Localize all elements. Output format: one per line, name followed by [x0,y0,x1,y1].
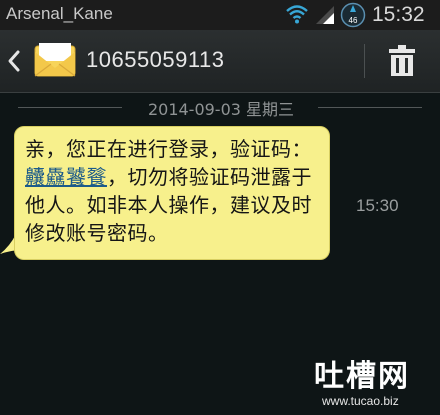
message-time: 15:30 [356,196,399,215]
verification-code-link[interactable]: 齉驫饕餮 [25,165,107,189]
site-watermark: 吐槽网 www.tucao.biz [314,361,436,411]
wifi-icon [286,4,308,28]
date-label: 2014-09-03 星期三 [147,100,295,119]
message-text-before: 亲，您正在进行登录，验证码： [25,137,312,161]
status-clock: 15:32 [372,3,425,26]
conversation-header: 10655059113 [0,30,440,93]
status-bar: Arsenal_Kane 46 15:32 [0,0,440,30]
network-badge-label: 46 [349,16,358,25]
watermark-logo: 吐槽网 [314,359,410,394]
network-activity-icon: 46 [340,2,366,32]
contact-number: 10655059113 [86,47,225,72]
date-divider-left [18,107,122,108]
message-text: 亲，您正在进行登录，验证码：齉驫饕餮，切勿将验证码泄露于他人。如非本人操作，建议… [25,135,325,247]
date-separator: 2014-09-03 星期三 [0,96,440,119]
back-button[interactable] [6,48,22,74]
signal-icon [314,5,336,29]
message-bubble[interactable]: 亲，您正在进行登录，验证码：齉驫饕餮，切勿将验证码泄露于他人。如非本人操作，建议… [14,126,330,260]
carrier-name: Arsenal_Kane [6,4,113,23]
header-divider [364,44,365,78]
envelope-icon [34,40,76,82]
watermark-url: www.tucao.biz [322,394,399,408]
back-icon [8,50,20,72]
trash-icon [389,45,415,76]
date-divider-right [318,107,422,108]
delete-button[interactable] [388,45,416,77]
